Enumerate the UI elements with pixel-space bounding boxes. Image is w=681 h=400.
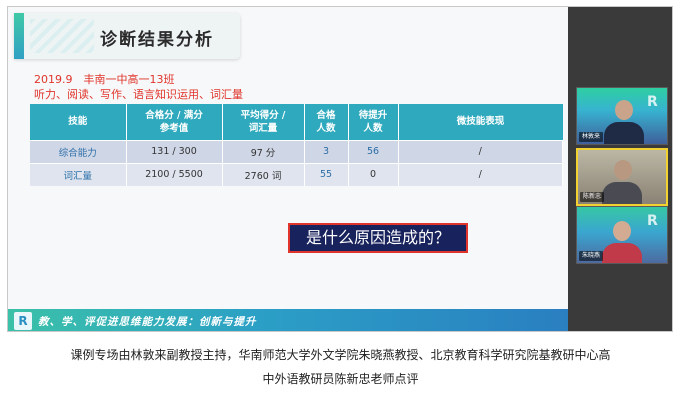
participant-body	[604, 122, 644, 144]
cell-pass-full: 2100 / 5500	[126, 162, 223, 186]
participant-video-tile[interactable]: R 朱晓燕	[576, 206, 668, 264]
photo-caption-line2: 中外语教研员陈新忠老师点评	[262, 372, 419, 386]
participant-panel: R 林敦来 陈新忠 R 朱晓燕	[568, 7, 672, 331]
video-screenshot: 诊断结果分析 2019.9 丰南一中高一13班 听力、阅读、写作、语言知识运用、…	[7, 6, 673, 332]
participant-name-tag: 林敦来	[579, 132, 604, 142]
column-header: 微技能表现	[398, 104, 563, 140]
cell-average: 97 分	[222, 139, 305, 163]
participant-name-tag: 朱晓燕	[579, 251, 604, 261]
participant-body	[602, 243, 642, 263]
participant-video-tile-active[interactable]: 陈新忠	[576, 148, 668, 206]
slide-subtitle-class: 2019.9 丰南一中高一13班	[34, 73, 175, 86]
banner-pattern	[30, 19, 94, 53]
table-header-row: 技能 合格分 / 满分 参考值 平均得分 / 词汇量 合格 人数 待提升 人数 微技能表…	[30, 104, 563, 140]
brand-logo-icon: R	[647, 94, 658, 110]
cell-average: 2760 词	[222, 162, 305, 186]
column-header: 合格分 / 满分 参考值	[126, 104, 223, 140]
footer-slogan: 教、学、评促进思维能力发展：创新与提升	[38, 316, 257, 328]
cell-skill: 词汇量	[30, 162, 127, 186]
brand-logo-icon: R	[647, 213, 658, 229]
cell-micro-skill: /	[398, 162, 563, 186]
participant-head	[614, 160, 632, 180]
slide-title-banner: 诊断结果分析	[14, 13, 240, 59]
cell-improve-count: 0	[348, 162, 399, 186]
column-header: 平均得分 / 词汇量	[222, 104, 305, 140]
participant-head	[613, 221, 631, 241]
presentation-slide: 诊断结果分析 2019.9 丰南一中高一13班 听力、阅读、写作、语言知识运用、…	[8, 7, 568, 331]
participant-head	[615, 100, 633, 120]
slide-subtitle-skills: 听力、阅读、写作、语言知识运用、词汇量	[34, 88, 243, 101]
cell-pass-full: 131 / 300	[126, 139, 223, 163]
cell-pass-count: 3	[304, 139, 349, 163]
column-header: 合格 人数	[304, 104, 349, 140]
slide-footer-bar: R 教、学、评促进思维能力发展：创新与提升	[8, 309, 568, 331]
participant-video-tile[interactable]: R 林敦来	[576, 87, 668, 145]
footer-logo-icon: R	[14, 312, 32, 330]
cell-skill: 综合能力	[30, 139, 127, 163]
photo-caption-line1: 课例专场由林敦来副教授主持，华南师范大学外文学院朱晓燕教授、北京教育科学研究院基…	[70, 348, 611, 362]
participant-name-tag: 陈新忠	[580, 192, 605, 202]
cell-micro-skill: /	[398, 139, 563, 163]
cell-pass-count: 55	[304, 162, 349, 186]
column-header: 技能	[30, 104, 127, 140]
table-row: 综合能力 131 / 300 97 分 3 56 /	[30, 139, 563, 163]
slide-title: 诊断结果分析	[100, 30, 214, 50]
column-header: 待提升 人数	[348, 104, 399, 140]
banner-accent-bar	[14, 13, 24, 59]
table-row: 词汇量 2100 / 5500 2760 词 55 0 /	[30, 162, 563, 186]
participant-body	[602, 182, 642, 204]
question-callout: 是什么原因造成的？	[288, 223, 468, 253]
cell-improve-count: 56	[348, 139, 399, 163]
diagnosis-table: 技能 合格分 / 满分 参考值 平均得分 / 词汇量 合格 人数 待提升 人数 微技能表…	[30, 104, 563, 186]
